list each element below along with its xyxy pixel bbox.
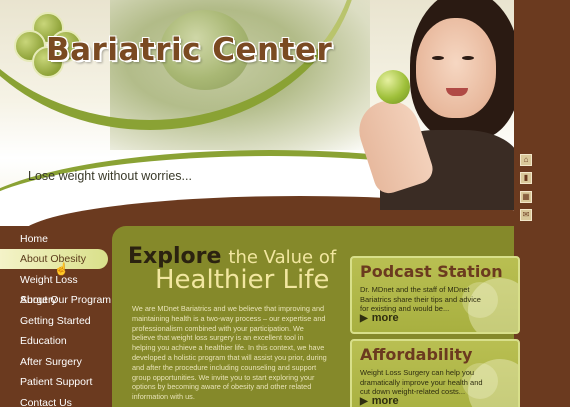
hero-body-text: We are MDnet Bariatrics and we believe t… [132,304,327,402]
hero-photo-woman-with-apple [350,0,514,210]
nav-item-education[interactable]: Education [0,331,112,351]
card-title[interactable]: Affordability [360,345,472,364]
more-link[interactable]: ▶ more [360,312,399,324]
site-logo-text[interactable]: Bariatric Center [46,32,332,68]
card-text: Weight Loss Surgery can help you dramati… [360,368,483,396]
mail-icon[interactable]: ✉ [520,209,532,221]
arrow-right-icon: ▶ [360,396,368,407]
tagline: Lose weight without worries... [28,169,192,183]
more-link-label: more [371,395,399,407]
nav-item-home[interactable]: Home [0,229,112,249]
nav-item-after-surgery[interactable]: After Surgery [0,352,112,372]
card-text: Dr. MDnet and the staff of MDnet Bariatr… [360,285,481,313]
more-link-label: more [371,312,399,324]
arrow-right-icon: ▶ [360,313,368,324]
affordability-card: Affordability Weight Loss Surgery can he… [350,339,520,407]
podcast-station-card: Podcast Station Dr. MDnet and the staff … [350,256,520,334]
hand-cursor-icon: ☝ [54,262,69,276]
card-title[interactable]: Podcast Station [360,262,503,281]
hero-heading-line2: Healthier Life [155,265,330,295]
sitemap-icon[interactable]: ▦ [520,191,532,203]
nav-item-about-our-program[interactable]: About Our Program [0,290,112,310]
apple-icon [376,70,410,104]
right-strip [514,0,570,407]
nav-item-patient-support[interactable]: Patient Support [0,372,112,392]
home-icon[interactable]: ⌂ [520,154,532,166]
more-link[interactable]: ▶ more [360,395,399,407]
nav-item-contact-us[interactable]: Contact Us [0,393,112,407]
bookmark-icon[interactable]: ▮ [520,172,532,184]
nav-item-getting-started[interactable]: Getting Started [0,311,112,331]
header-banner: Bariatric Center Lose weight without wor… [0,0,514,226]
